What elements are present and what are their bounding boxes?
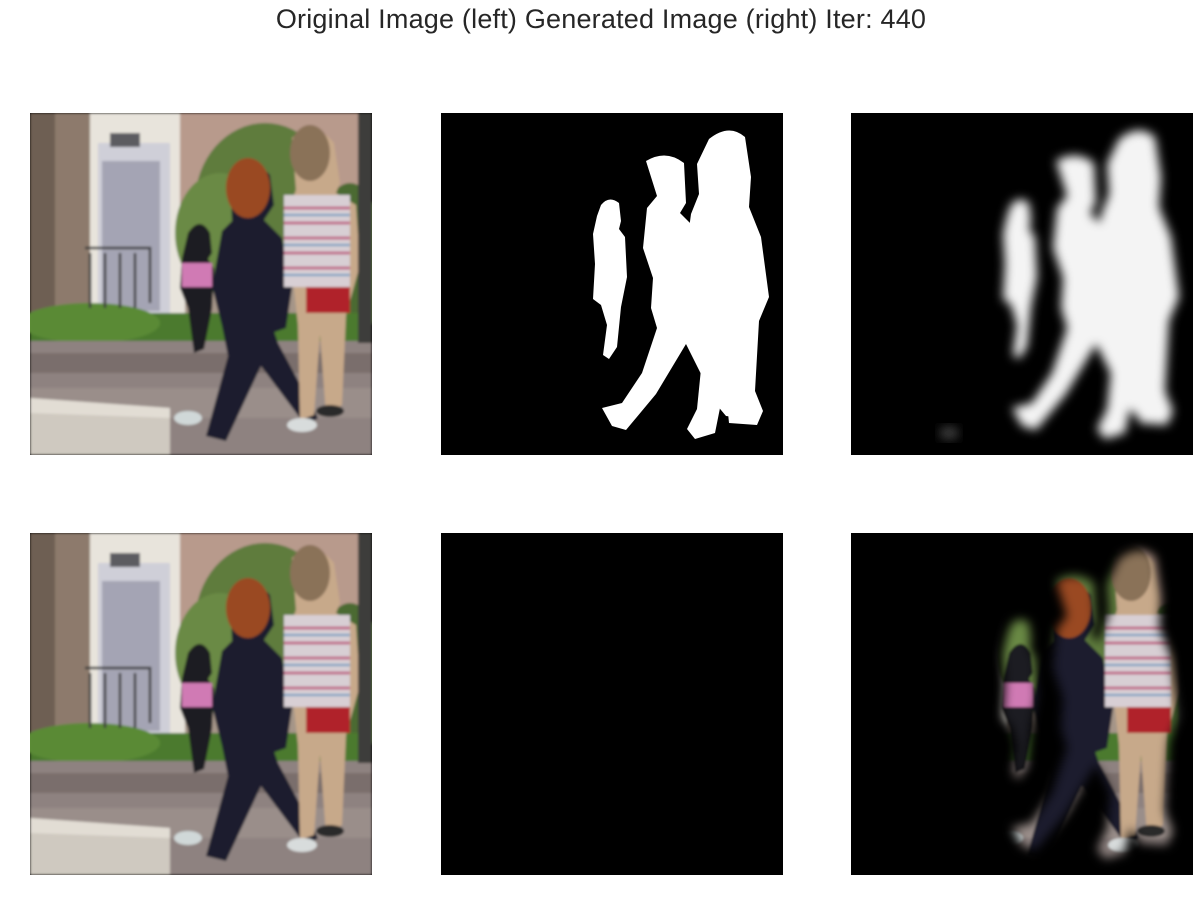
ground-truth-mask-top	[441, 113, 783, 455]
soft-mask	[851, 113, 1193, 455]
masked-photo	[441, 533, 783, 875]
original-photo-top	[30, 113, 372, 455]
soft-masked-photo	[851, 533, 1193, 875]
ground-truth-masked-photo	[441, 533, 783, 875]
original-photo-bottom	[30, 533, 372, 875]
original-image-bottom	[30, 533, 372, 875]
generated-mask-top	[851, 113, 1193, 455]
binary-mask	[441, 113, 783, 455]
figure-title: Original Image (left) Generated Image (r…	[275, 4, 927, 34]
generated-masked-photo	[851, 533, 1193, 875]
original-image-top	[30, 113, 372, 455]
